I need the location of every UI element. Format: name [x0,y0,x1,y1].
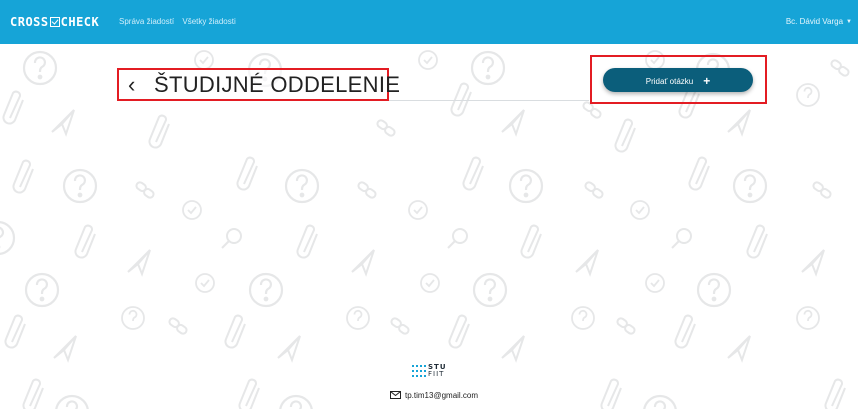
checkbox-icon [49,17,60,27]
plus-icon: + [703,74,711,88]
button-highlight: Pridať otázku + [590,55,767,104]
brand-text-left: CROSS [10,15,49,29]
title-highlight: ‹ ŠTUDIJNÉ ODDELENIE [117,68,400,101]
nav-link-request-management[interactable]: Správa žiadostí [119,17,174,26]
user-menu[interactable]: Bc. Dávid Varga ▼ [786,17,852,26]
title-divider [389,100,589,101]
envelope-icon [390,390,401,399]
chevron-left-icon[interactable]: ‹ [128,73,135,97]
dots-icon [412,365,426,377]
brand-logo[interactable]: CROSS CHECK [10,15,99,29]
nav-links: Správa žiadostí Všetky žiadosti [119,17,242,26]
stu-fiit-logo: STU FIIT [412,364,446,383]
logo-fiit: FIIT [428,370,445,378]
add-question-label: Pridať otázku [645,77,694,86]
caret-down-icon: ▼ [846,19,852,25]
top-navbar: CROSS CHECK Správa žiadostí Všetky žiados… [0,0,858,44]
logo-text: STU FIIT [428,364,447,378]
add-question-button[interactable]: Pridať otázku + [603,68,753,92]
brand-text-right: CHECK [60,15,100,29]
user-name: Bc. Dávid Varga [785,17,844,26]
page-title: ŠTUDIJNÉ ODDELENIE [154,72,401,97]
footer-contact: tp.tim13@gmail.com [390,390,478,400]
contact-email[interactable]: tp.tim13@gmail.com [405,391,478,400]
nav-link-all-requests[interactable]: Všetky žiadosti [182,17,235,26]
